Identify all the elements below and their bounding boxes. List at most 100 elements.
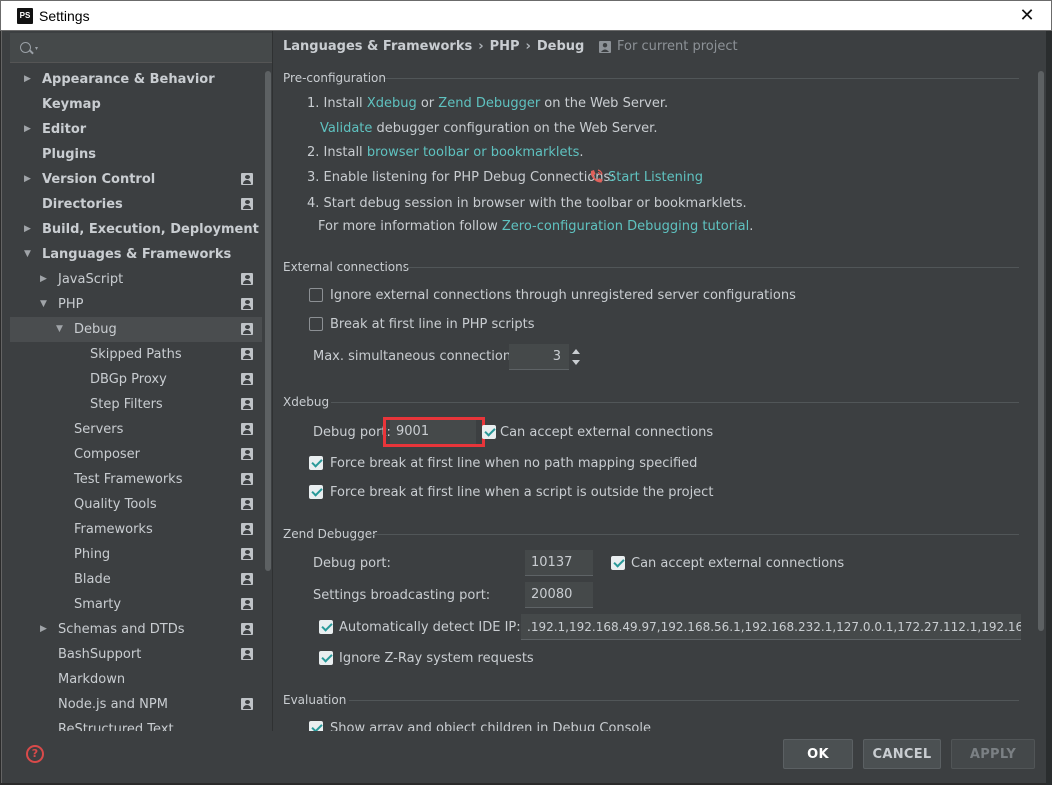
tutorial-link[interactable]: Zero-configuration Debugging tutorial (502, 219, 749, 234)
settings-tree: ▶ Appearance & Behavior Keymap ▶ Editor Plugi… (10, 67, 262, 731)
force-break-no-mapping-label[interactable]: Force break at first line when no path m… (330, 456, 697, 471)
project-scope-icon (241, 548, 253, 560)
zend-port-input[interactable]: 10137 (525, 550, 593, 576)
ignore-unregistered-label[interactable]: Ignore external connections through unre… (330, 288, 796, 303)
chevron-right-icon[interactable]: ▶ (24, 117, 34, 142)
zend-debugger-link[interactable]: Zend Debugger (438, 96, 540, 111)
start-listening-link[interactable]: Start Listening (608, 170, 703, 185)
detect-ide-ip-label[interactable]: Automatically detect IDE IP: (339, 620, 521, 635)
break-first-line-label[interactable]: Break at first line in PHP scripts (330, 317, 535, 332)
search-input[interactable] (44, 38, 264, 58)
show-array-children-checkbox[interactable] (309, 721, 323, 731)
sidebar-item-plugins[interactable]: Plugins (10, 142, 262, 167)
chevron-right-icon[interactable]: ▶ (40, 617, 50, 642)
ignore-zray-checkbox[interactable] (319, 651, 333, 665)
xdebug-port-label: Debug port: (313, 425, 391, 440)
sidebar-scrollbar[interactable] (265, 71, 271, 571)
sidebar-item-dbgp-proxy[interactable]: DBGp Proxy (10, 367, 262, 392)
chevron-down-icon[interactable]: ▼ (24, 242, 34, 267)
sidebar-item-keymap[interactable]: Keymap (10, 92, 262, 117)
max-connections-stepper[interactable] (572, 344, 582, 370)
sidebar-item-step-filters[interactable]: Step Filters (10, 392, 262, 417)
section-separator (349, 700, 1019, 701)
force-break-outside-project-label[interactable]: Force break at first line when a script … (330, 485, 713, 500)
sidebar-item-version-control[interactable]: ▶ Version Control (10, 167, 262, 192)
chevron-down-icon[interactable]: ▼ (56, 317, 66, 342)
force-break-no-mapping-checkbox[interactable] (309, 456, 323, 470)
sidebar-item-schemas-and-dtds[interactable]: ▶ Schemas and DTDs (10, 617, 262, 642)
step-text: 2. Install (307, 145, 367, 160)
chevron-right-icon[interactable]: ▶ (24, 67, 34, 92)
sidebar-item-appearance-behavior[interactable]: ▶ Appearance & Behavior (10, 67, 262, 92)
max-connections-input[interactable]: 3 (509, 344, 569, 370)
sidebar-item-label: Version Control (42, 172, 156, 187)
sidebar-item-build-execution-deployment[interactable]: ▶ Build, Execution, Deployment (10, 217, 262, 242)
preconfig-step-2: 2. Install browser toolbar or bookmarkle… (307, 145, 584, 160)
close-icon[interactable]: ✕ (1017, 5, 1037, 27)
sidebar-item-debug[interactable]: ▼ Debug (10, 317, 262, 342)
project-scope-icon (241, 448, 253, 460)
project-scope-icon (241, 298, 253, 310)
sidebar-item-languages-frameworks[interactable]: ▼ Languages & Frameworks (10, 242, 262, 267)
help-icon[interactable]: ? (26, 745, 44, 763)
sidebar-item-label: ReStructured Text (58, 722, 174, 731)
apply-button[interactable]: APPLY (951, 739, 1035, 769)
spinner-up-icon[interactable] (572, 349, 580, 354)
sidebar-item-bashsupport[interactable]: BashSupport (10, 642, 262, 667)
sidebar-item-restructured-text[interactable]: ReStructured Text (10, 717, 262, 731)
xdebug-accept-external-label[interactable]: Can accept external connections (500, 425, 713, 440)
browser-toolbar-link[interactable]: browser toolbar or bookmarklets (367, 145, 580, 160)
ide-ip-input[interactable]: .192.1,192.168.49.97,192.168.56.1,192.16… (521, 614, 1021, 640)
max-connections-label: Max. simultaneous connections: (313, 349, 523, 364)
chevron-right-icon[interactable]: ▶ (40, 267, 50, 292)
sidebar-item-node-js-and-npm[interactable]: Node.js and NPM (10, 692, 262, 717)
spinner-down-icon[interactable] (572, 360, 580, 365)
force-break-outside-project-checkbox[interactable] (309, 485, 323, 499)
sidebar-item-smarty[interactable]: Smarty (10, 592, 262, 617)
sidebar-item-composer[interactable]: Composer (10, 442, 262, 467)
sidebar-item-servers[interactable]: Servers (10, 417, 262, 442)
xdebug-link[interactable]: Xdebug (367, 96, 417, 111)
sidebar-item-blade[interactable]: Blade (10, 567, 262, 592)
sidebar-item-label: Debug (74, 322, 117, 337)
chevron-down-icon[interactable]: ▼ (40, 292, 50, 317)
chevron-right-icon[interactable]: ▶ (24, 167, 34, 192)
settings-scrollbar[interactable] (1038, 71, 1044, 631)
broadcast-port-input[interactable]: 20080 (525, 582, 593, 608)
ok-button[interactable]: OK (783, 739, 853, 769)
sidebar-item-label: Servers (74, 422, 124, 437)
zend-accept-external-label[interactable]: Can accept external connections (631, 556, 844, 571)
sidebar-item-label: Blade (74, 572, 111, 587)
cancel-button[interactable]: CANCEL (863, 739, 941, 769)
sidebar-item-frameworks[interactable]: Frameworks (10, 517, 262, 542)
sidebar-item-skipped-paths[interactable]: Skipped Paths (10, 342, 262, 367)
phone-icon[interactable] (589, 169, 603, 184)
search-options-caret-icon[interactable]: ▾ (35, 45, 38, 52)
xdebug-accept-external-checkbox[interactable] (482, 425, 496, 439)
sidebar-item-markdown[interactable]: Markdown (10, 667, 262, 692)
ignore-zray-label[interactable]: Ignore Z-Ray system requests (339, 651, 534, 666)
sidebar-item-phing[interactable]: Phing (10, 542, 262, 567)
ignore-unregistered-checkbox[interactable] (309, 288, 323, 302)
chevron-right-icon[interactable]: ▶ (24, 217, 34, 242)
detect-ide-ip-checkbox[interactable] (319, 620, 333, 634)
xdebug-port-input[interactable]: 9001 (390, 419, 476, 445)
sidebar-item-editor[interactable]: ▶ Editor (10, 117, 262, 142)
break-first-line-checkbox[interactable] (309, 317, 323, 331)
sidebar-item-javascript[interactable]: ▶ JavaScript (10, 267, 262, 292)
settings-window: ▾ ▶ Appearance & Behavior Keymap ▶ Editor Plu… (1, 31, 1050, 783)
project-scope-icon (599, 41, 611, 53)
sidebar-item-label: DBGp Proxy (90, 372, 167, 387)
sidebar-item-label: Skipped Paths (90, 347, 182, 362)
validate-link[interactable]: Validate (320, 121, 372, 136)
zend-accept-external-checkbox[interactable] (611, 556, 625, 570)
project-scope-icon (241, 398, 253, 410)
sidebar-item-php[interactable]: ▼ PHP (10, 292, 262, 317)
xdebug-section-title: Xdebug (283, 395, 330, 409)
sidebar-item-directories[interactable]: Directories (10, 192, 262, 217)
show-array-children-label[interactable]: Show array and object children in Debug … (330, 721, 651, 731)
zend-port-label: Debug port: (313, 556, 391, 571)
sidebar-item-label: JavaScript (58, 272, 124, 287)
sidebar-item-quality-tools[interactable]: Quality Tools (10, 492, 262, 517)
sidebar-item-test-frameworks[interactable]: Test Frameworks (10, 467, 262, 492)
